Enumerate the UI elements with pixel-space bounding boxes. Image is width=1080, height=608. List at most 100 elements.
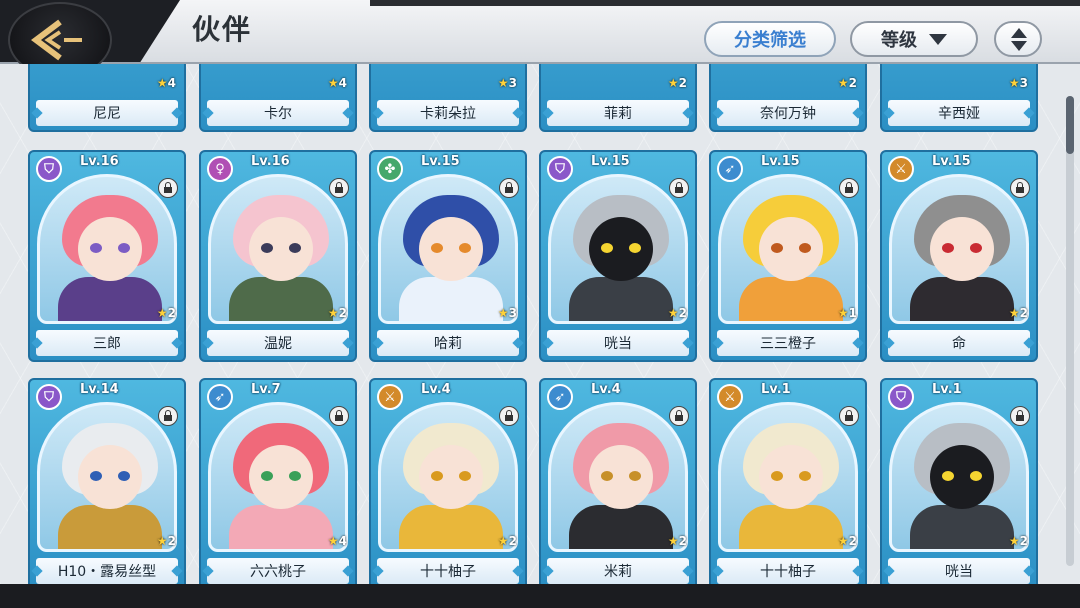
partner-name: 米莉 xyxy=(547,558,689,584)
star-icon: ★ xyxy=(156,76,168,90)
lock-icon xyxy=(499,406,519,426)
partner-portrait xyxy=(718,174,858,324)
partner-card[interactable]: ➶ Lv.4 ★2 米莉 xyxy=(539,378,697,584)
partner-card[interactable]: ✤ Lv.15 ★3 哈莉 xyxy=(369,150,527,362)
bottom-bar xyxy=(0,584,1080,608)
star-icon: ★ xyxy=(1008,306,1020,320)
partner-card[interactable]: ★4 尼尼 xyxy=(28,64,186,132)
portrait-body xyxy=(569,505,673,549)
portrait-face xyxy=(249,445,313,509)
partner-name: 命 xyxy=(888,330,1030,356)
partner-name: 六六桃子 xyxy=(207,558,349,584)
scrollbar-thumb[interactable] xyxy=(1066,96,1074,154)
partner-star-count: 2 xyxy=(678,306,687,320)
lock-shape xyxy=(845,410,853,421)
portrait-eye xyxy=(629,243,641,253)
star-icon: ★ xyxy=(156,534,168,548)
portrait-eye xyxy=(90,471,102,481)
clover-icon: ✤ xyxy=(377,156,403,182)
portrait-face xyxy=(930,445,994,509)
portrait-eye xyxy=(261,471,273,481)
star-icon: ★ xyxy=(667,534,679,548)
partner-stars: ★2 xyxy=(498,534,517,548)
partner-card[interactable]: ➶ Lv.15 ★1 三三橙子 xyxy=(709,150,867,362)
partner-stars: ★4 xyxy=(328,534,347,548)
portrait-face xyxy=(249,217,313,281)
partner-card[interactable]: ⛉ Lv.1 ★2 咣当 xyxy=(880,378,1038,584)
arrow-down-icon xyxy=(1011,41,1027,51)
portrait-eye xyxy=(799,471,811,481)
portrait-face xyxy=(589,217,653,281)
partner-level: Lv.1 xyxy=(761,382,791,397)
portrait-face xyxy=(78,217,142,281)
portrait-eye xyxy=(601,471,613,481)
portrait-face xyxy=(589,445,653,509)
bow-icon: ➶ xyxy=(717,156,743,182)
partner-card[interactable]: ★3 辛西娅 xyxy=(880,64,1038,132)
partner-card[interactable]: ⛉ Lv.16 ★2 三郎 xyxy=(28,150,186,362)
partner-star-count: 3 xyxy=(1019,76,1028,90)
sort-dropdown[interactable]: 等级 xyxy=(850,21,978,57)
lock-shape xyxy=(505,410,513,421)
portrait-face xyxy=(759,217,823,281)
partner-stars: ★2 xyxy=(157,534,176,548)
lock-icon xyxy=(669,406,689,426)
partner-card[interactable]: ⛉ Lv.15 ★2 咣当 xyxy=(539,150,697,362)
partner-name: 三三橙子 xyxy=(717,330,859,356)
partner-star-count: 2 xyxy=(848,534,857,548)
category-filter-button[interactable]: 分类筛选 xyxy=(704,21,836,57)
partner-stars: ★2 xyxy=(838,76,857,90)
partner-star-count: 2 xyxy=(338,306,347,320)
back-arrow-icon xyxy=(31,19,82,61)
lock-icon xyxy=(1010,178,1030,198)
sword-icon: ⚔ xyxy=(717,384,743,410)
scrollbar[interactable] xyxy=(1066,96,1074,566)
partner-stars: ★4 xyxy=(328,76,347,90)
partner-grid: ★4 尼尼 ★4 卡尔 ★3 卡莉朵拉 ★2 菲莉 ★2 奈何万钟 ★3 辛西娅 ⛉ Lv.16 ★2 三郎 ♀… xyxy=(0,64,1080,584)
partner-star-count: 2 xyxy=(508,534,517,548)
portrait-eye xyxy=(799,243,811,253)
sort-order-toggle[interactable] xyxy=(994,21,1042,57)
partner-card[interactable]: ★3 卡莉朵拉 xyxy=(369,64,527,132)
lock-shape xyxy=(675,182,683,193)
partner-card[interactable]: ⚔ Lv.4 ★2 十十柚子 xyxy=(369,378,527,584)
partner-card[interactable]: ⛉ Lv.14 ★2 H10・露易丝型 xyxy=(28,378,186,584)
portrait-eye xyxy=(431,471,443,481)
partner-name: 哈莉 xyxy=(377,330,519,356)
sword-icon: ⚔ xyxy=(888,156,914,182)
portrait-eye xyxy=(118,471,130,481)
star-icon: ★ xyxy=(327,534,339,548)
partner-stars: ★2 xyxy=(1009,306,1028,320)
portrait-face xyxy=(78,445,142,509)
partner-stars: ★2 xyxy=(668,76,687,90)
partner-name: 卡尔 xyxy=(207,100,349,126)
portrait-body xyxy=(58,505,162,549)
star-icon: ★ xyxy=(327,76,339,90)
partner-card[interactable]: ♀ Lv.16 ★2 温妮 xyxy=(199,150,357,362)
portrait-face xyxy=(419,217,483,281)
lock-icon xyxy=(839,406,859,426)
partner-star-count: 4 xyxy=(338,76,347,90)
partner-card[interactable]: ⚔ Lv.1 ★2 十十柚子 xyxy=(709,378,867,584)
partner-level: Lv.16 xyxy=(251,154,290,169)
partner-name: 十十柚子 xyxy=(717,558,859,584)
partner-portrait xyxy=(378,402,518,552)
partner-card[interactable]: ★2 奈何万钟 xyxy=(709,64,867,132)
header-stripe xyxy=(370,0,1080,6)
partner-card[interactable]: ⚔ Lv.15 ★2 命 xyxy=(880,150,1038,362)
partner-portrait xyxy=(37,402,177,552)
portrait-body xyxy=(910,505,1014,549)
shield-icon: ⛉ xyxy=(547,156,573,182)
star-icon: ★ xyxy=(667,76,679,90)
partner-card[interactable]: ➶ Lv.7 ★4 六六桃子 xyxy=(199,378,357,584)
lock-shape xyxy=(1016,182,1024,193)
portrait-body xyxy=(739,277,843,321)
portrait-body xyxy=(229,505,333,549)
partner-portrait xyxy=(548,174,688,324)
partner-name: 辛西娅 xyxy=(888,100,1030,126)
partner-card[interactable]: ★4 卡尔 xyxy=(199,64,357,132)
partner-name: H10・露易丝型 xyxy=(36,558,178,584)
partner-portrait xyxy=(889,174,1029,324)
partner-card[interactable]: ★2 菲莉 xyxy=(539,64,697,132)
portrait-eye xyxy=(771,471,783,481)
